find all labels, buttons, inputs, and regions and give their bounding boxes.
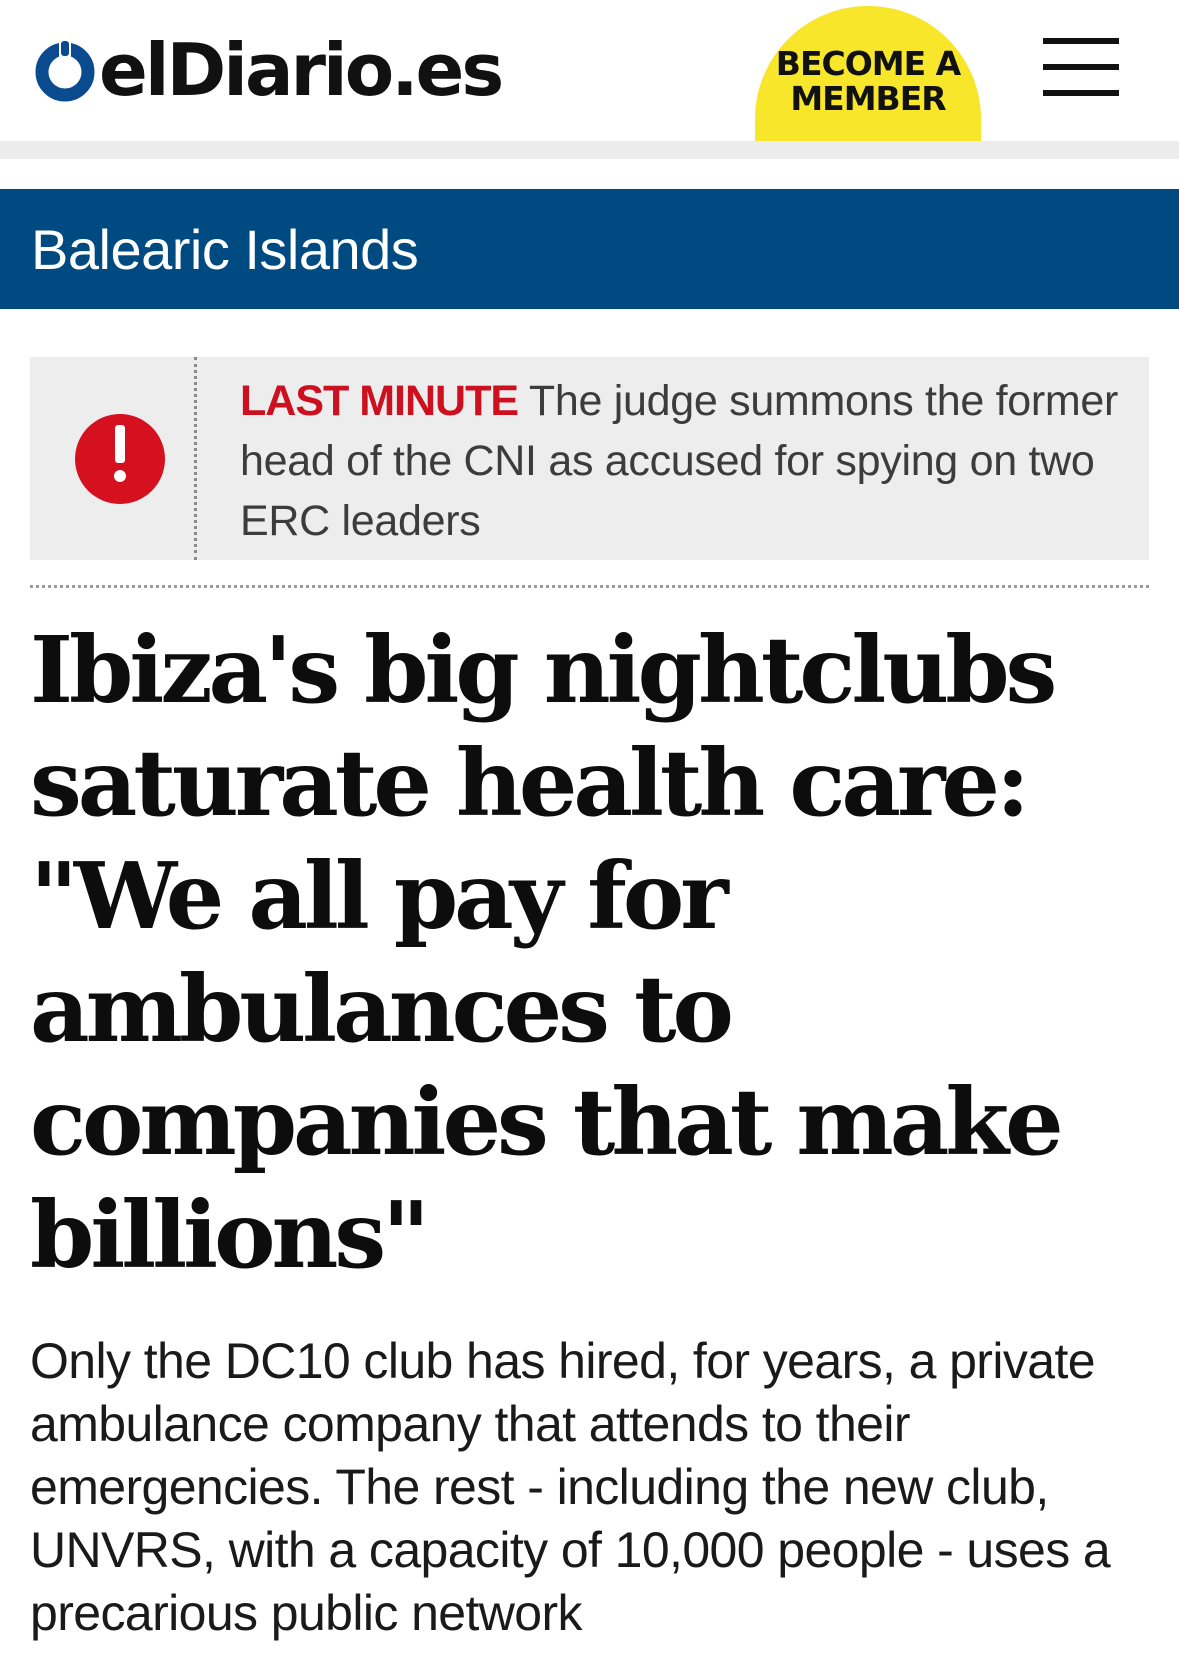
dotted-divider [30,585,1149,588]
become-member-button[interactable]: BECOME A MEMBER [755,6,981,141]
menu-bar-middle [1043,64,1119,70]
site-logo[interactable]: elDiario.es [33,28,504,112]
breaking-divider [194,357,197,560]
section-banner[interactable]: Balearic Islands [0,189,1179,309]
header-divider [0,141,1179,159]
become-member-label: BECOME A MEMBER [775,43,961,118]
last-minute-box[interactable]: LAST MINUTE The judge summons the former… [30,357,1149,560]
alert-icon [74,413,166,505]
site-header: elDiario.es BECOME A MEMBER [0,0,1179,141]
eldiario-logo-icon [33,38,97,102]
last-minute-text[interactable]: LAST MINUTE The judge summons the former… [240,371,1120,551]
article-headline: Ibiza's big nightclubs saturate health c… [30,616,1064,1289]
logo-wordmark: elDiario.es [99,28,504,112]
last-minute-label: LAST MINUTE [240,377,519,425]
menu-bar-top [1043,38,1119,44]
menu-bar-bottom [1043,90,1119,96]
article-subheadline: Only the DC10 club has hired, for years,… [30,1333,1111,1641]
section-title[interactable]: Balearic Islands [31,217,419,282]
hamburger-menu-icon[interactable] [1043,38,1119,96]
